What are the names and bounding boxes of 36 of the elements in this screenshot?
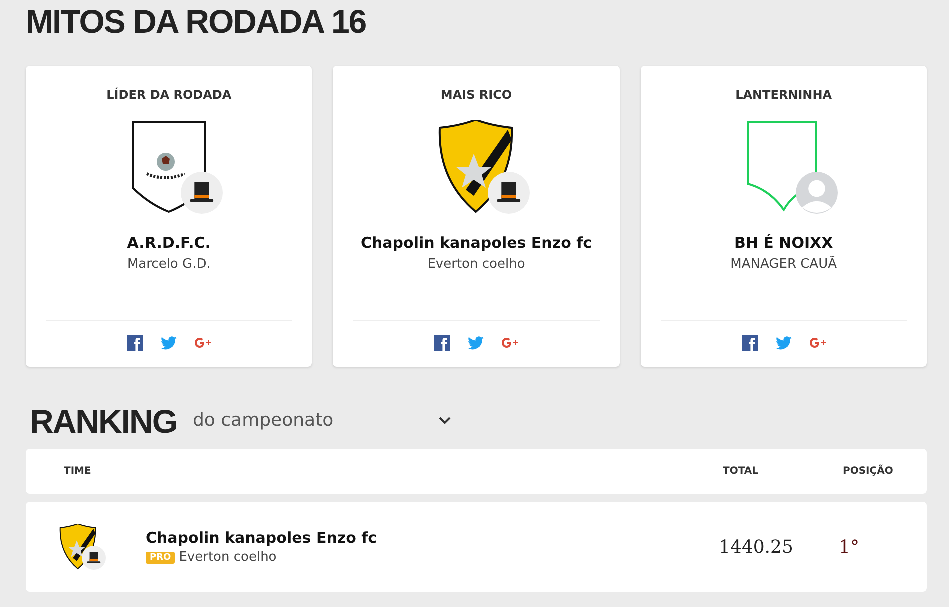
top-hat-icon: [181, 172, 224, 214]
facebook-icon[interactable]: [434, 335, 450, 351]
column-header: TOTAL: [723, 466, 760, 477]
team-name: A.R.D.F.C.: [127, 234, 212, 252]
shield-icon: [746, 121, 817, 211]
google-plus-icon[interactable]: [502, 335, 518, 351]
owner-name: Everton coelho: [428, 257, 526, 272]
column-header: POSIÇÃO: [843, 466, 894, 477]
google-plus-icon[interactable]: [195, 335, 212, 351]
twitter-icon[interactable]: [468, 335, 484, 351]
owner-name: Marcelo G.D.: [127, 257, 211, 272]
pro-badge: PRO: [146, 552, 176, 564]
column-header: TIME: [63, 466, 92, 477]
facebook-icon[interactable]: [127, 335, 144, 351]
twitter-icon[interactable]: [776, 335, 792, 351]
page-title: MITOS DA RODADA 16: [26, 2, 368, 42]
chevron-down-icon: [439, 416, 451, 424]
owner-name: MANAGER CAUÃ: [730, 257, 837, 272]
top-hat-icon: [82, 546, 106, 570]
filter-dropdown[interactable]: do campeonato: [187, 409, 457, 439]
total-points: 1440.25: [719, 536, 794, 558]
team-name: Chapolin kanapoles Enzo fc: [360, 234, 592, 252]
top-hat-icon: [488, 172, 530, 214]
card-label: LÍDER DA RODADA: [106, 88, 232, 102]
facebook-icon[interactable]: [742, 335, 758, 351]
position: 1°: [839, 536, 860, 558]
owner-name: Everton coelho: [179, 550, 277, 565]
google-plus-icon[interactable]: [810, 335, 826, 351]
card-label: LANTERNINHA: [736, 88, 832, 102]
card-label: MAIS RICO: [440, 88, 512, 102]
avatar-icon: [796, 172, 838, 214]
ranking-row[interactable]: Chapolin kanapoles Enzo fc PRO Everton coelho 1440.25 1°: [26, 502, 927, 592]
team-name: BH É NOIXX: [734, 234, 834, 252]
team-name: Chapolin kanapoles Enzo fc: [146, 529, 378, 547]
section-title: RANKING: [30, 405, 177, 439]
twitter-icon[interactable]: [161, 335, 178, 351]
